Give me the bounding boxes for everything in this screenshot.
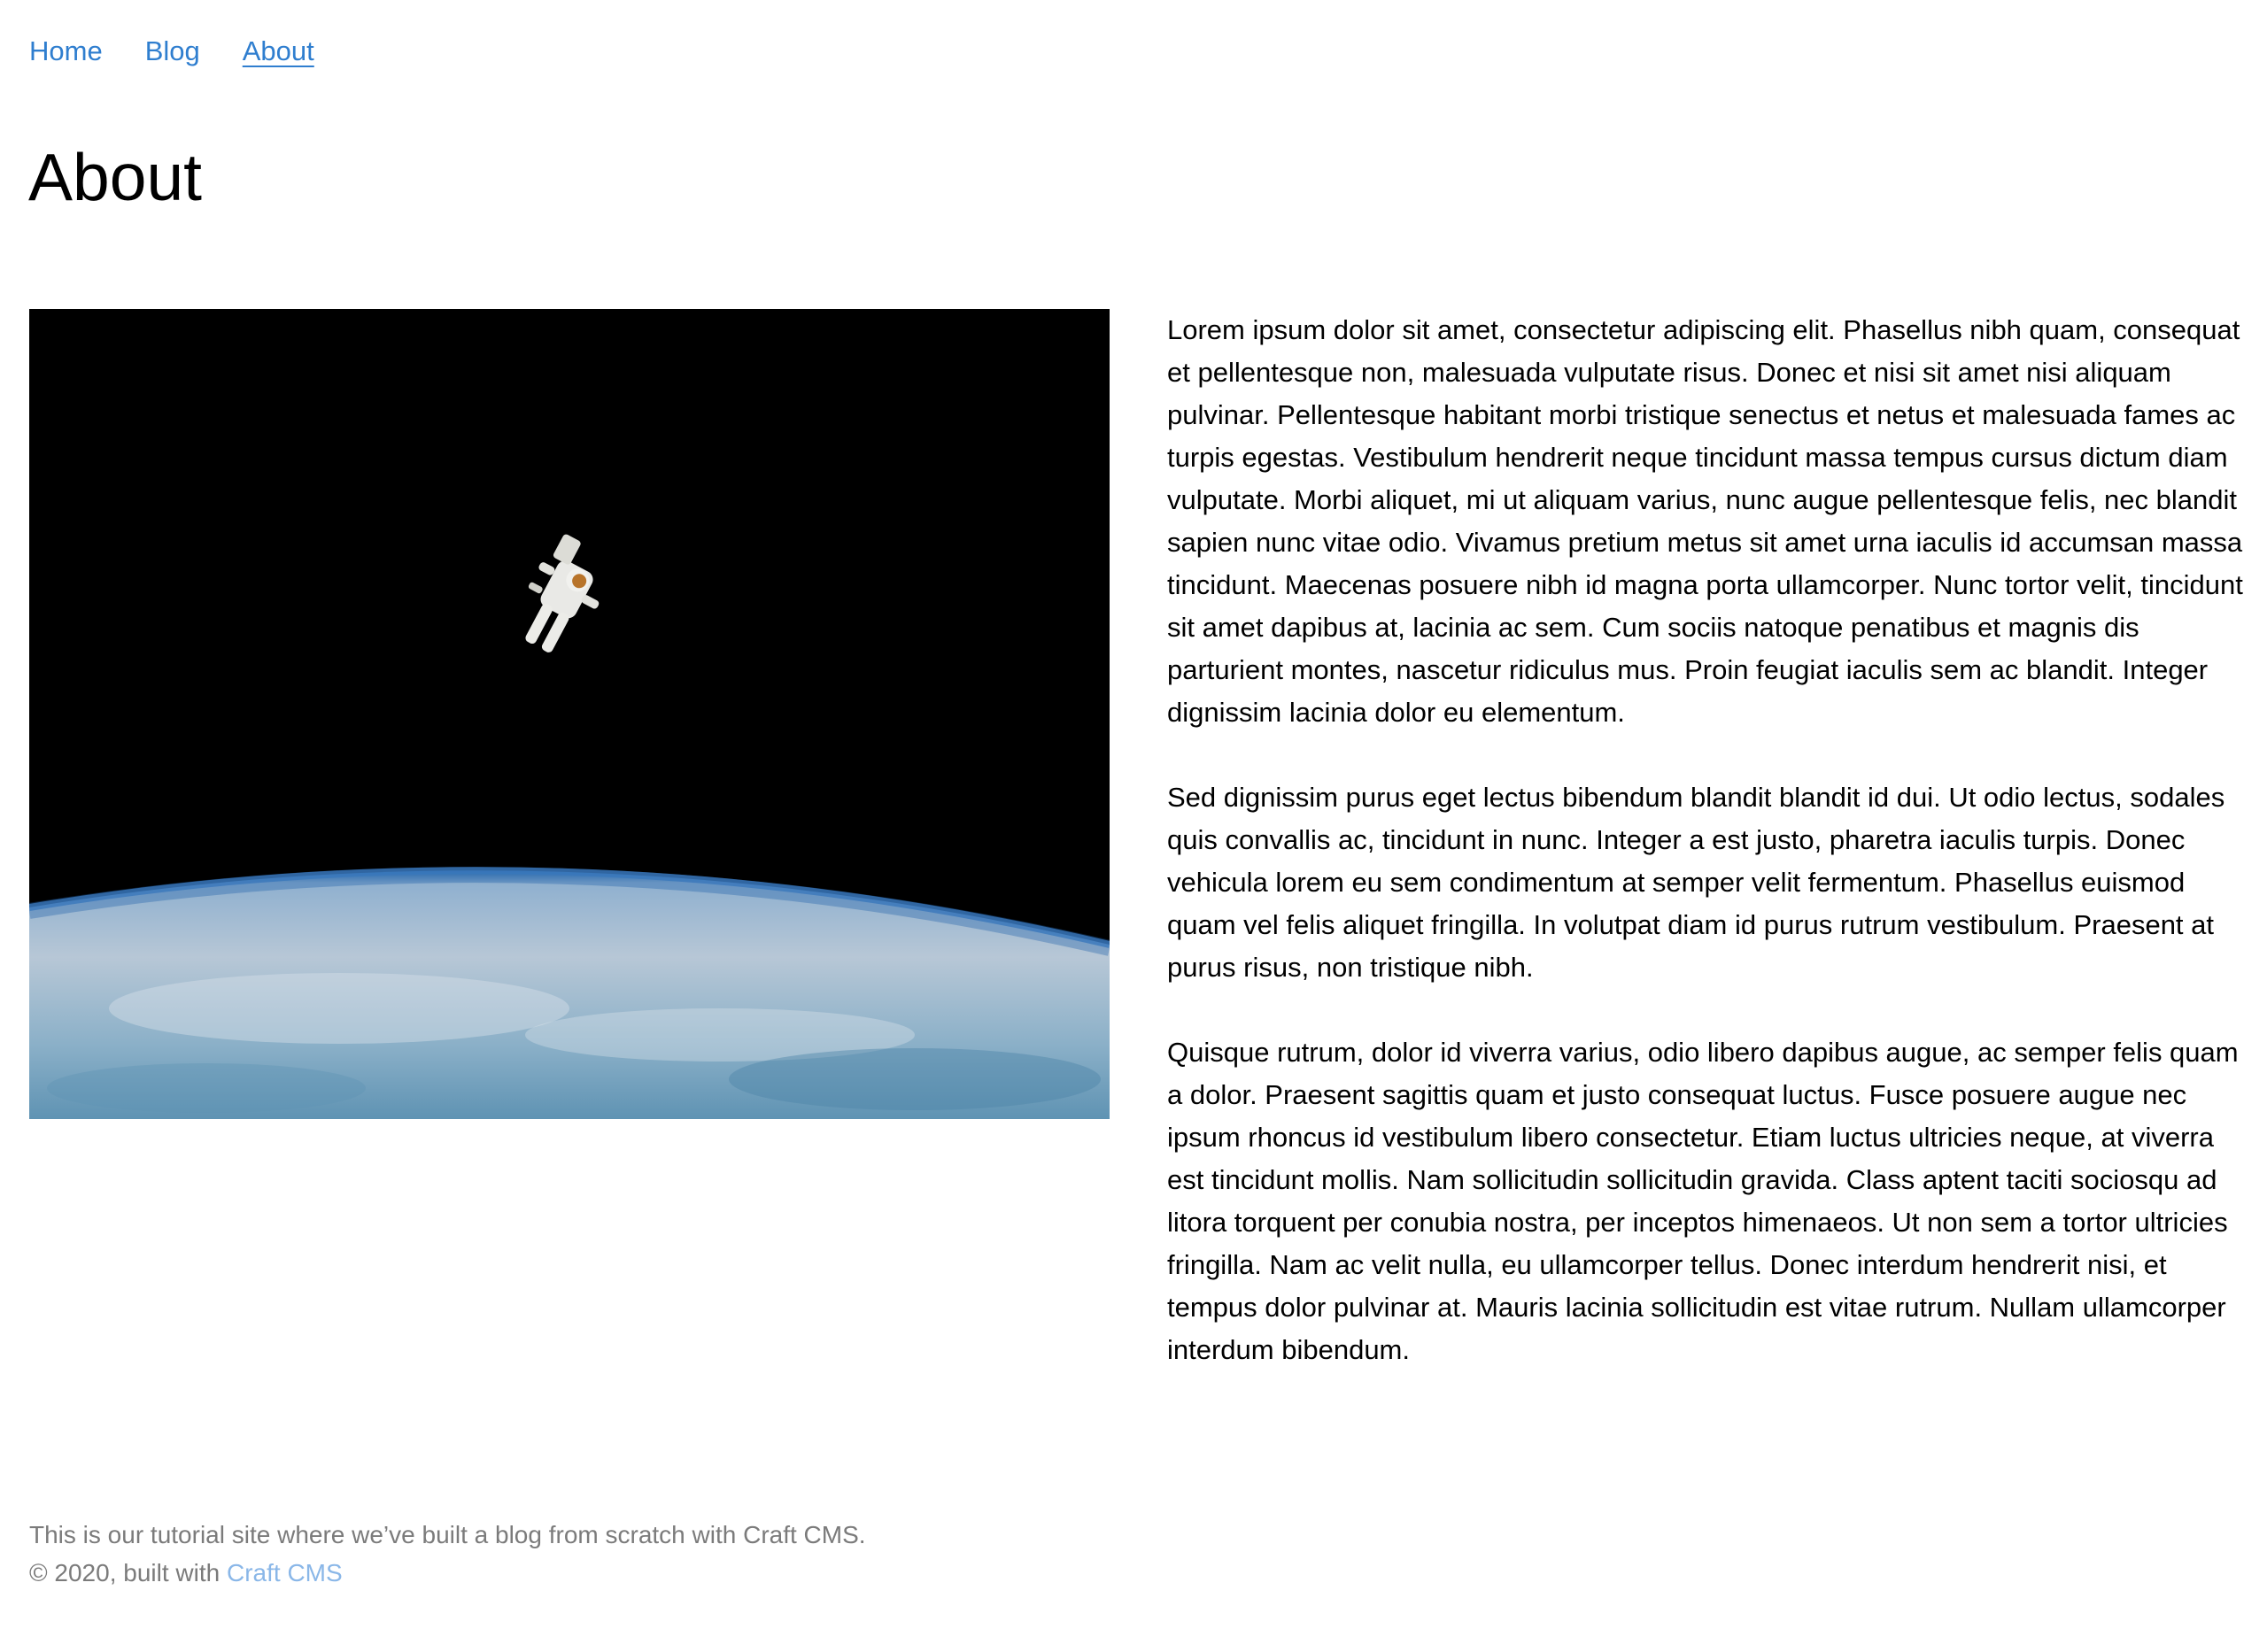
- nav-link-home[interactable]: Home: [29, 30, 103, 73]
- copyright-text: © 2020, built with: [29, 1559, 227, 1586]
- content-paragraph: Quisque rutrum, dolor id viverra varius,…: [1167, 1037, 2239, 1365]
- page-title: About: [28, 140, 202, 214]
- craft-cms-link[interactable]: Craft CMS: [227, 1559, 343, 1586]
- nav-link-blog[interactable]: Blog: [145, 30, 200, 73]
- about-content: Lorem ipsum dolor sit amet, consectetur …: [1167, 309, 2248, 1414]
- site-footer: This is our tutorial site where we’ve bu…: [29, 1516, 1269, 1592]
- astronaut-image: [29, 309, 1110, 1119]
- hero-image: [29, 309, 1110, 1119]
- footer-tagline: This is our tutorial site where we’ve bu…: [29, 1521, 866, 1548]
- nav-link-about[interactable]: About: [243, 30, 314, 73]
- main-nav: Home Blog About: [29, 30, 314, 73]
- content-paragraph: Sed dignissim purus eget lectus bibendum…: [1167, 782, 2225, 983]
- footer-copyright: © 2020, built with Craft CMS: [29, 1554, 1269, 1592]
- page: Home Blog About About Lorem ipsum dolor …: [0, 0, 2267, 1652]
- content-paragraph: Lorem ipsum dolor sit amet, consectetur …: [1167, 314, 2243, 728]
